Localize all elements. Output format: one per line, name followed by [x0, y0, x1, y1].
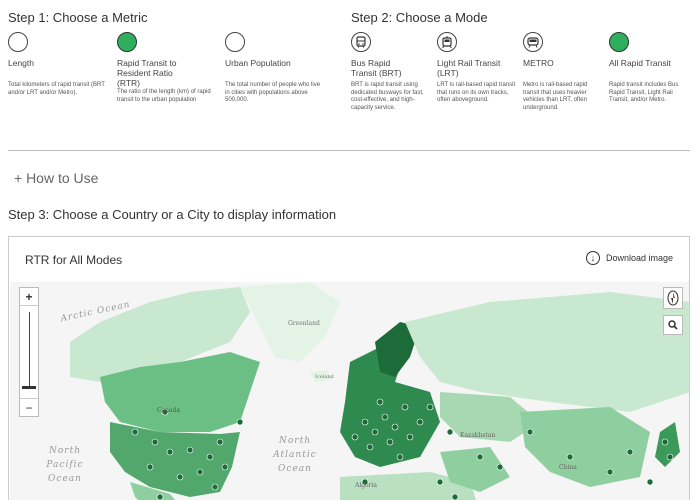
zoom-control: + − — [19, 287, 39, 417]
radio-urban-population[interactable] — [225, 32, 245, 52]
map-label-algeria: Algeria — [355, 482, 378, 489]
download-image-button[interactable]: ↓ Download image — [585, 251, 673, 265]
metro-icon — [527, 37, 539, 48]
map-panel: RTR for All Modes ↓ Download image Arcti… — [8, 236, 690, 500]
compass-button[interactable] — [663, 287, 683, 309]
zoom-slider-handle[interactable] — [22, 386, 36, 389]
map-label-iceland: Iceland — [315, 374, 334, 380]
radio-metro[interactable] — [523, 32, 543, 52]
map-label-north-pacific: North Pacific Ocean — [46, 446, 84, 484]
download-label: Download image — [605, 253, 673, 263]
zoom-out-button[interactable]: − — [20, 398, 38, 416]
metric-desc-urban-population: The total number of people who live in c… — [225, 82, 321, 103]
map-label-canada: Canada — [157, 407, 181, 414]
radio-length[interactable] — [8, 32, 28, 52]
download-icon: ↓ — [585, 251, 600, 265]
map-canvas — [10, 282, 689, 500]
bus-icon — [356, 36, 366, 48]
metric-option-urban-population[interactable]: Urban Population — [225, 32, 325, 68]
radio-all-rapid-transit[interactable] — [609, 32, 629, 52]
how-to-use-toggle[interactable]: + How to Use — [14, 170, 98, 186]
radio-lrt[interactable] — [437, 32, 457, 52]
map-search-button[interactable] — [663, 315, 683, 335]
metric-label-rtr: Rapid Transit to Resident Ratio (RTR) — [117, 58, 177, 88]
map-label-greenland: Greenland — [288, 320, 320, 327]
metric-desc-rtr: The ratio of the length (km) of rapid tr… — [117, 89, 211, 103]
metric-option-rtr[interactable]: Rapid Transit to Resident Ratio (RTR) — [117, 32, 217, 88]
tram-icon — [442, 36, 452, 49]
mode-label-metro: METRO — [523, 58, 554, 68]
compass-icon — [667, 290, 679, 306]
radio-brt[interactable] — [351, 32, 371, 52]
map-label-kazakhstan: Kazakhstan — [460, 432, 496, 439]
mode-option-brt[interactable]: Bus Rapid Transit (BRT) — [351, 32, 451, 78]
mode-desc-metro: Metro is rail-based rapid transit that u… — [523, 82, 588, 111]
mode-option-lrt[interactable]: Light Rail Transit (LRT) — [437, 32, 537, 78]
metric-option-length[interactable]: Length — [8, 32, 108, 68]
zoom-in-button[interactable]: + — [20, 288, 38, 306]
radio-rtr[interactable] — [117, 32, 137, 52]
metric-desc-length: Total kilometers of rapid transit (BRT a… — [8, 82, 105, 96]
metric-label-urban-population: Urban Population — [225, 58, 291, 68]
mode-label-all: All Rapid Transit — [609, 58, 671, 68]
map-label-china: China — [559, 464, 577, 471]
panel-title: RTR for All Modes — [25, 253, 123, 267]
mode-option-metro[interactable]: METRO — [523, 32, 623, 68]
search-icon — [668, 320, 678, 330]
mode-desc-brt: BRT is rapid transit using dedicated bus… — [351, 82, 424, 111]
metric-label-length: Length — [8, 58, 34, 68]
zoom-slider-track[interactable] — [29, 312, 30, 387]
step1-title: Step 1: Choose a Metric — [8, 10, 148, 25]
step2-title: Step 2: Choose a Mode — [351, 10, 488, 25]
divider — [8, 150, 690, 151]
mode-label-brt: Bus Rapid Transit (BRT) — [351, 58, 402, 78]
mode-option-all[interactable]: All Rapid Transit — [609, 32, 700, 68]
mode-desc-all: Rapid transit includes Bus Rapid Transit… — [609, 82, 679, 103]
map-label-north-atlantic: North Atlantic Ocean — [273, 436, 317, 474]
mode-desc-lrt: LRT is rail-based rapid transit that run… — [437, 82, 516, 103]
step3-title: Step 3: Choose a Country or a City to di… — [8, 207, 337, 222]
mode-label-lrt: Light Rail Transit (LRT) — [437, 58, 501, 78]
world-map[interactable]: Arctic Ocean North Pacific Ocean North A… — [10, 282, 689, 500]
